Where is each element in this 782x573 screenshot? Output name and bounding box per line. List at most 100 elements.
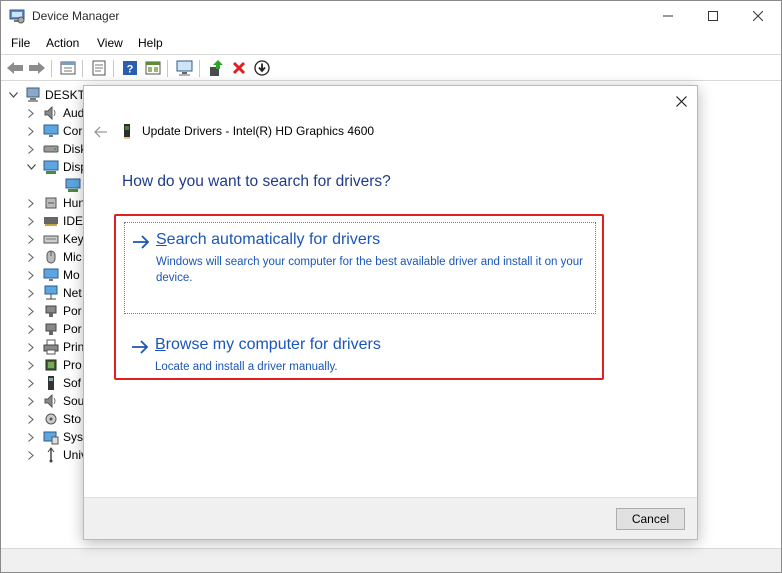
- chevron-right-icon[interactable]: [25, 266, 37, 284]
- maximize-button[interactable]: [690, 1, 736, 31]
- chevron-right-icon[interactable]: [25, 230, 37, 248]
- dialog-close-button[interactable]: [670, 90, 692, 112]
- disable-icon: [254, 60, 270, 76]
- chevron-right-icon[interactable]: [25, 104, 37, 122]
- port-icon: [43, 321, 59, 337]
- uninstall-icon: [232, 61, 246, 75]
- printer-icon: [43, 339, 59, 355]
- tree-item-label: Mo: [63, 268, 80, 282]
- chevron-right-icon[interactable]: [25, 248, 37, 266]
- console-tree-button[interactable]: [89, 58, 109, 78]
- title-bar[interactable]: Device Manager: [1, 1, 781, 31]
- tree-item-label: Mic: [63, 250, 82, 264]
- chevron-right-icon[interactable]: [25, 122, 37, 140]
- chevron-right-icon[interactable]: [25, 392, 37, 410]
- tree-item[interactable]: Disp: [25, 158, 87, 176]
- device-manager-icon: [9, 8, 25, 24]
- monitor-icon: [43, 123, 59, 139]
- chevron-right-icon[interactable]: [25, 356, 37, 374]
- browse-computer-option[interactable]: Browse my computer for drivers Locate an…: [124, 328, 596, 376]
- forward-button[interactable]: [27, 58, 47, 78]
- tree-item[interactable]: Disk: [25, 140, 86, 158]
- menu-bar: File Action View Help: [1, 32, 781, 54]
- tree-item[interactable]: Sou: [25, 392, 84, 410]
- computer-icon: [25, 87, 41, 103]
- help-button[interactable]: ?: [120, 58, 140, 78]
- tree-item[interactable]: Aud: [25, 104, 84, 122]
- tree-item[interactable]: IDE: [25, 212, 83, 230]
- show-hidden-button[interactable]: [143, 58, 163, 78]
- maximize-icon: [708, 11, 718, 21]
- properties-button[interactable]: [58, 58, 78, 78]
- uninstall-button[interactable]: [229, 58, 249, 78]
- tree-item[interactable]: Sof: [25, 374, 81, 392]
- chevron-right-icon[interactable]: [25, 212, 37, 230]
- chevron-right-icon[interactable]: [25, 446, 37, 464]
- tree-child-item[interactable]: [65, 176, 85, 194]
- tree-item-label: Aud: [63, 106, 85, 120]
- dialog-title: Update Drivers - Intel(R) HD Graphics 46…: [142, 124, 375, 138]
- help-icon: ?: [123, 61, 137, 76]
- tree-item[interactable]: Pro: [25, 356, 82, 374]
- tree-item[interactable]: Por: [25, 302, 82, 320]
- menu-action[interactable]: Action: [46, 36, 79, 50]
- dialog-back-button[interactable]: [92, 123, 110, 141]
- tree-item-label: Sto: [63, 412, 82, 426]
- chevron-right-icon[interactable]: [25, 410, 37, 428]
- chevron-down-icon[interactable]: [7, 86, 19, 104]
- speaker-icon: [43, 393, 59, 409]
- tree-item[interactable]: Sto: [25, 410, 81, 428]
- menu-help[interactable]: Help: [138, 36, 163, 50]
- tree-item[interactable]: Cor: [25, 122, 82, 140]
- chevron-right-icon[interactable]: [25, 284, 37, 302]
- toolbar-separator: [51, 60, 52, 77]
- chevron-right-icon[interactable]: [25, 194, 37, 212]
- properties-icon: [92, 60, 106, 76]
- tree-root[interactable]: DESKTO: [7, 86, 94, 104]
- tree-item[interactable]: Prin: [25, 338, 84, 356]
- chevron-right-icon[interactable]: [25, 338, 37, 356]
- tree-item[interactable]: Por: [25, 320, 82, 338]
- arrow-right-icon: [132, 340, 149, 354]
- tree-item-label: Sou: [63, 394, 85, 408]
- back-icon: [7, 62, 23, 74]
- search-automatically-option[interactable]: Search automatically for drivers Windows…: [124, 222, 596, 314]
- close-button[interactable]: [735, 1, 781, 31]
- disable-button[interactable]: [252, 58, 272, 78]
- scan-hardware-button[interactable]: [175, 58, 195, 78]
- toolbar-separator: [113, 60, 114, 77]
- tree-item[interactable]: Syst: [25, 428, 86, 446]
- disk-icon: [43, 141, 59, 157]
- tree-item-label: Por: [63, 304, 82, 318]
- tree-item[interactable]: Univ: [25, 446, 87, 464]
- tree-item-label: Por: [63, 322, 82, 336]
- display-adapter-icon: [65, 177, 81, 193]
- forward-icon: [29, 62, 45, 74]
- tree-item[interactable]: Net: [25, 284, 82, 302]
- back-arrow-icon: [94, 126, 107, 138]
- mouse-icon: [43, 249, 59, 265]
- minimize-button[interactable]: [645, 1, 691, 31]
- chevron-right-icon[interactable]: [25, 320, 37, 338]
- chevron-right-icon[interactable]: [25, 140, 37, 158]
- toolbar: ?: [1, 54, 781, 81]
- back-button[interactable]: [5, 58, 25, 78]
- arrow-right-icon: [133, 235, 150, 249]
- window-title: Device Manager: [32, 9, 120, 23]
- tree-item[interactable]: Hun: [25, 194, 85, 212]
- tree-item-label: Sof: [63, 376, 82, 390]
- cancel-button[interactable]: Cancel: [616, 508, 685, 530]
- search-automatically-description: Windows will search your computer for th…: [156, 256, 583, 284]
- tree-item[interactable]: Mo: [25, 266, 80, 284]
- update-driver-button[interactable]: [206, 58, 226, 78]
- menu-view[interactable]: View: [97, 36, 123, 50]
- status-bar: [1, 548, 781, 572]
- chevron-right-icon[interactable]: [25, 428, 37, 446]
- chevron-right-icon[interactable]: [25, 302, 37, 320]
- chevron-right-icon[interactable]: [25, 374, 37, 392]
- tree-item[interactable]: Key: [25, 230, 84, 248]
- chevron-down-icon[interactable]: [25, 158, 37, 176]
- menu-file[interactable]: File: [11, 36, 30, 50]
- network-icon: [43, 285, 59, 301]
- tree-item[interactable]: Mic: [25, 248, 82, 266]
